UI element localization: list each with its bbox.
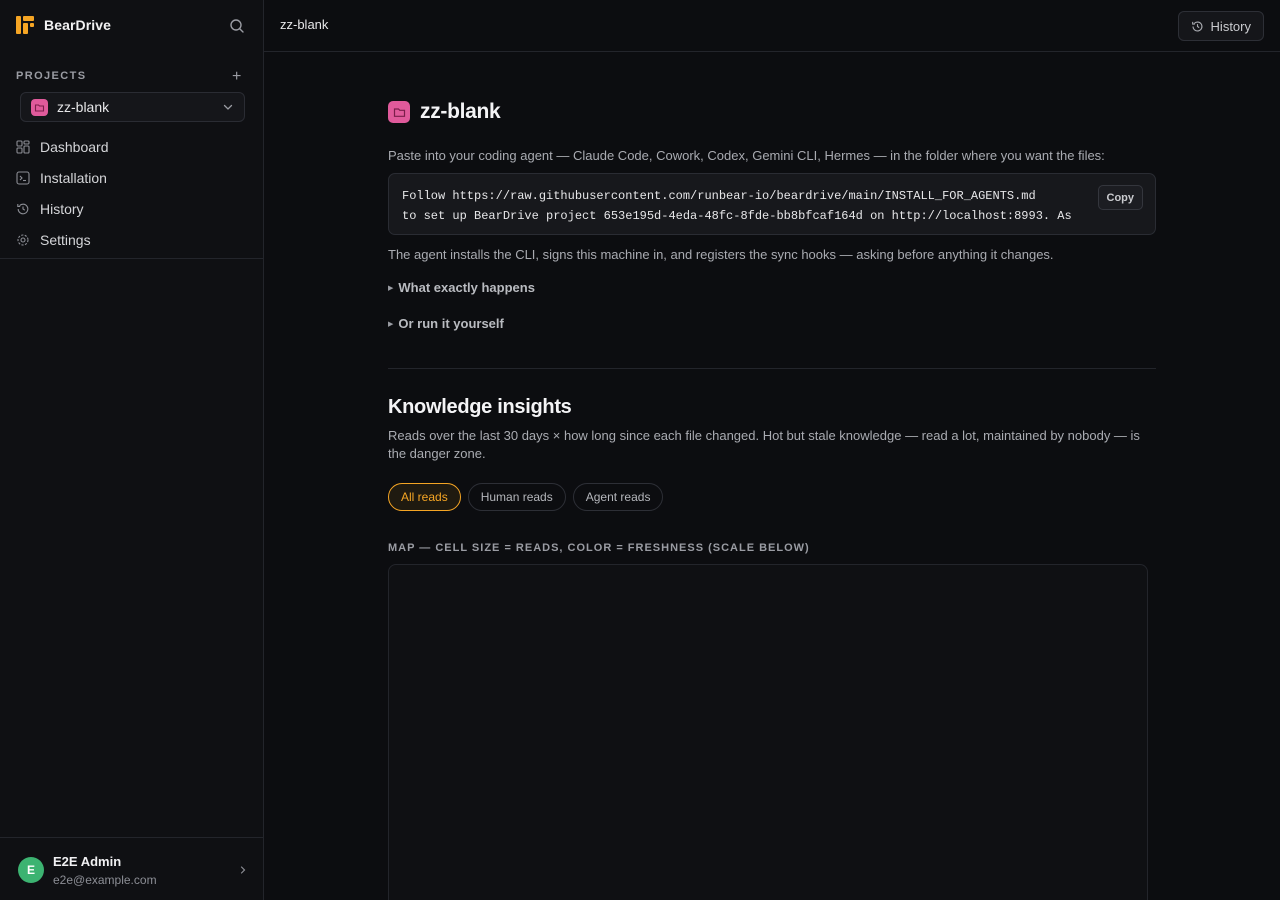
sidebar-item-installation[interactable]: Installation xyxy=(16,162,248,193)
tab-all-reads[interactable]: All reads xyxy=(388,483,461,511)
history-button[interactable]: History xyxy=(1177,11,1264,41)
beardrive-logo-icon xyxy=(16,16,34,34)
sidebar-nav: Dashboard Installation History Settings xyxy=(16,131,248,255)
chevron-right-icon xyxy=(240,866,246,874)
top-bar: zz-blank History xyxy=(264,0,1280,52)
search-icon[interactable] xyxy=(228,17,246,35)
install-command[interactable]: Follow https://raw.githubusercontent.com… xyxy=(402,186,1088,226)
project-name: zz-blank xyxy=(57,99,110,115)
history-icon xyxy=(1191,20,1203,31)
sidebar-item-history[interactable]: History xyxy=(16,193,248,224)
map-label: MAP — CELL SIZE = READS, COLOR = FRESHNE… xyxy=(388,542,810,554)
page-header: zz-blank xyxy=(388,100,501,124)
insights-description: Reads over the last 30 days × how long s… xyxy=(388,428,1140,461)
details-what-happens[interactable]: ▶ What exactly happens xyxy=(388,280,535,295)
install-command-line: Follow https://raw.githubusercontent.com… xyxy=(402,189,1036,203)
sidebar: BearDrive PROJECTS + zz-blank Dashboard … xyxy=(0,0,264,900)
tab-human-reads[interactable]: Human reads xyxy=(467,483,566,511)
sidebar-item-dashboard[interactable]: Dashboard xyxy=(16,131,248,162)
user-name: E2E Admin xyxy=(53,853,122,869)
details-label: Or run it yourself xyxy=(398,316,504,331)
dashboard-icon xyxy=(16,139,30,154)
knowledge-map[interactable] xyxy=(388,564,1148,900)
project-selector[interactable]: zz-blank xyxy=(20,92,245,122)
sidebar-item-label: Installation xyxy=(40,169,107,186)
folder-icon xyxy=(388,101,410,123)
add-project-button[interactable]: + xyxy=(232,68,241,86)
chevron-down-icon xyxy=(223,104,233,110)
sidebar-divider xyxy=(0,258,263,259)
breadcrumb: zz-blank xyxy=(280,17,329,32)
user-info: E2E Admin e2e@example.com xyxy=(53,854,238,887)
sidebar-item-settings[interactable]: Settings xyxy=(16,224,248,255)
details-label: What exactly happens xyxy=(398,280,535,295)
brand[interactable]: BearDrive xyxy=(16,16,111,34)
tab-agent-reads[interactable]: Agent reads xyxy=(572,483,664,511)
terminal-icon xyxy=(16,170,30,185)
paste-instructions: Paste into your coding agent — Claude Co… xyxy=(388,148,1105,163)
gear-icon xyxy=(17,233,29,246)
avatar: E xyxy=(18,857,44,883)
insights-title: Knowledge insights xyxy=(388,396,572,418)
brand-name: BearDrive xyxy=(44,17,112,33)
sidebar-footer-divider xyxy=(0,837,263,838)
agent-info: The agent installs the CLI, signs this m… xyxy=(388,247,1054,262)
history-button-label: History xyxy=(1210,18,1251,34)
user-email: e2e@example.com xyxy=(53,872,157,887)
sidebar-item-label: Settings xyxy=(40,231,91,248)
folder-icon xyxy=(31,98,48,116)
install-command-box: Follow https://raw.githubusercontent.com… xyxy=(388,173,1156,235)
install-command-line: to set up BearDrive project 653e195d-4ed… xyxy=(402,209,1072,223)
reads-filter-tabs: All reads Human reads Agent reads xyxy=(388,483,664,511)
copy-button[interactable]: Copy xyxy=(1097,185,1143,210)
page-title: zz-blank xyxy=(420,100,501,123)
triangle-right-icon: ▶ xyxy=(388,320,394,328)
sidebar-item-label: History xyxy=(40,200,84,217)
user-menu[interactable]: E E2E Admin e2e@example.com xyxy=(18,852,248,888)
triangle-right-icon: ▶ xyxy=(388,284,394,292)
section-divider xyxy=(388,368,1156,369)
details-run-yourself[interactable]: ▶ Or run it yourself xyxy=(388,316,504,331)
history-icon xyxy=(17,203,29,214)
projects-label: PROJECTS xyxy=(16,70,87,82)
sidebar-item-label: Dashboard xyxy=(40,138,109,155)
